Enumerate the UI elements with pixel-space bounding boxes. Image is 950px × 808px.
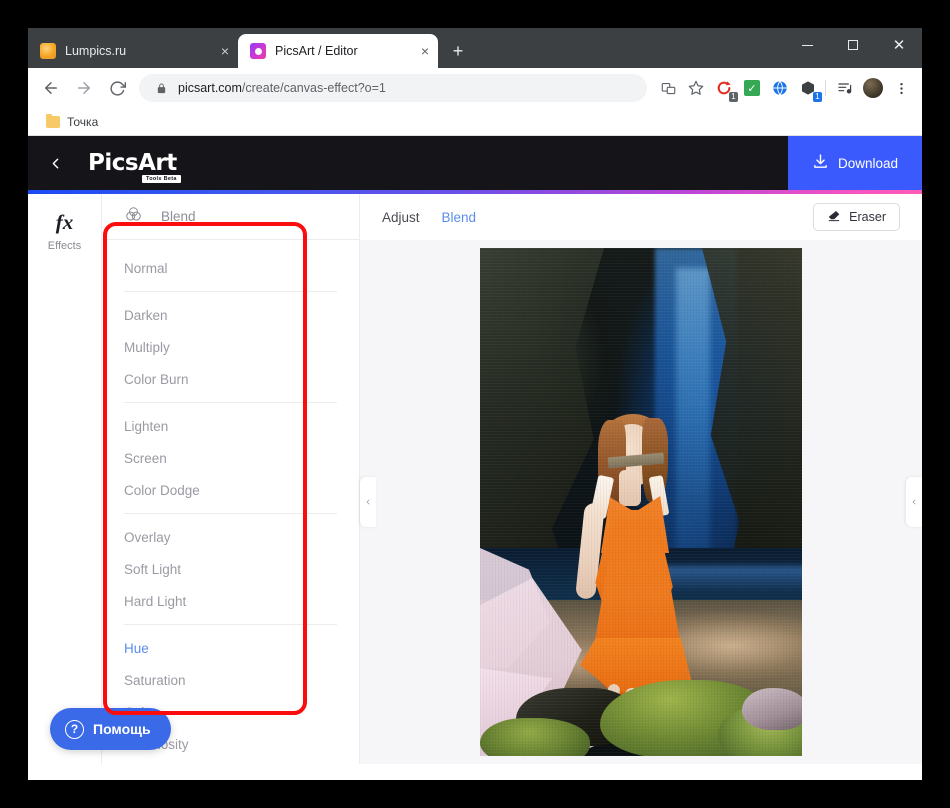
url-host: picsart.com xyxy=(178,81,242,95)
photo-waterfall-highlight xyxy=(676,268,710,568)
blend-mode-normal[interactable]: Normal xyxy=(124,252,359,284)
app-body: fx Effects Blend Normal Darken Multiply xyxy=(28,194,922,764)
url-path: /create/canvas-effect?o=1 xyxy=(242,81,386,95)
list-divider xyxy=(124,291,337,292)
edited-photo[interactable] xyxy=(480,248,802,756)
help-button[interactable]: ? Помощь xyxy=(50,708,171,750)
address-bar[interactable]: picsart.com/create/canvas-effect?o=1 xyxy=(139,74,647,102)
chevron-left-icon[interactable] xyxy=(28,136,82,190)
toolbar-divider xyxy=(825,80,826,96)
tab-close-button[interactable]: × xyxy=(214,40,236,62)
folder-icon xyxy=(46,116,60,128)
eraser-label: Eraser xyxy=(849,210,886,224)
reading-list-icon[interactable] xyxy=(832,75,858,101)
browser-tab-picsart[interactable]: PicsArt / Editor × xyxy=(238,34,438,68)
canvas-stage[interactable] xyxy=(360,240,922,764)
help-label: Помощь xyxy=(93,721,151,737)
browser-window: Lumpics.ru × PicsArt / Editor × + ✕ xyxy=(28,28,922,780)
screenshot-frame: Lumpics.ru × PicsArt / Editor × + ✕ xyxy=(0,0,950,808)
download-label: Download xyxy=(838,156,898,171)
download-button[interactable]: Download xyxy=(788,136,922,190)
blend-mode-overlay[interactable]: Overlay xyxy=(124,521,359,553)
canvas-toolbar: Adjust Blend Eraser xyxy=(360,194,922,240)
lock-icon xyxy=(153,80,169,96)
extension-box-icon[interactable]: 1 xyxy=(795,75,821,101)
bookmark-star-icon[interactable] xyxy=(683,75,709,101)
extension-globe-icon[interactable] xyxy=(767,75,793,101)
chrome-menu-icon[interactable] xyxy=(888,75,914,101)
logo-badge: Tools Beta xyxy=(142,175,181,183)
blend-mode-multiply[interactable]: Multiply xyxy=(124,331,359,363)
window-controls: ✕ xyxy=(784,28,922,68)
back-icon[interactable] xyxy=(36,73,66,103)
blend-mode-darken[interactable]: Darken xyxy=(124,299,359,331)
left-rail: fx Effects xyxy=(28,194,102,764)
extension-badge-count: 1 xyxy=(729,92,738,102)
fx-icon: fx xyxy=(56,212,74,233)
download-icon xyxy=(812,153,829,173)
blend-venn-icon xyxy=(124,205,143,229)
new-tab-button[interactable]: + xyxy=(444,37,472,65)
forward-icon[interactable] xyxy=(69,73,99,103)
blend-mode-screen[interactable]: Screen xyxy=(124,442,359,474)
bookmark-item[interactable]: Точка xyxy=(40,113,104,131)
collapse-right-panel-button[interactable] xyxy=(906,477,922,527)
picsart-favicon xyxy=(250,43,266,59)
tab-blend[interactable]: Blend xyxy=(442,210,477,225)
close-window-button[interactable]: ✕ xyxy=(876,28,922,62)
blend-mode-hard-light[interactable]: Hard Light xyxy=(124,585,359,617)
extension-red-icon[interactable]: 1 xyxy=(711,75,737,101)
app-header: PicsArt Tools Beta Download xyxy=(28,136,922,190)
tab-strip: Lumpics.ru × PicsArt / Editor × + ✕ xyxy=(28,28,922,68)
tab-title: Lumpics.ru xyxy=(65,44,214,58)
extension-badge-count: 1 xyxy=(813,92,822,102)
reload-icon[interactable] xyxy=(102,73,132,103)
tab-title: PicsArt / Editor xyxy=(275,44,414,58)
profile-avatar[interactable] xyxy=(860,75,886,101)
list-divider xyxy=(124,624,337,625)
blend-panel-header[interactable]: Blend xyxy=(102,194,359,240)
minimize-button[interactable] xyxy=(784,28,830,62)
extension-green-check-icon[interactable]: ✓ xyxy=(739,75,765,101)
tab-close-button[interactable]: × xyxy=(414,40,436,62)
blend-mode-list: Normal Darken Multiply Color Burn Lighte… xyxy=(102,240,359,764)
list-divider xyxy=(124,402,337,403)
collapse-left-panel-button[interactable] xyxy=(360,477,376,527)
browser-tab-lumpics[interactable]: Lumpics.ru × xyxy=(28,34,238,68)
blend-mode-saturation[interactable]: Saturation xyxy=(124,664,359,696)
blend-panel: Blend Normal Darken Multiply Color Burn … xyxy=(102,194,360,764)
blend-mode-color-dodge[interactable]: Color Dodge xyxy=(124,474,359,506)
list-divider xyxy=(124,513,337,514)
maximize-button[interactable] xyxy=(830,28,876,62)
photo-gray-rock xyxy=(742,688,802,730)
canvas-area: Adjust Blend Eraser xyxy=(360,194,922,764)
logo-text: PicsArt xyxy=(88,150,177,176)
blend-mode-hue[interactable]: Hue xyxy=(124,632,359,664)
blend-panel-title: Blend xyxy=(161,209,196,224)
sidebar-item-effects[interactable]: fx Effects xyxy=(28,206,101,258)
photo-mossy-rock-3 xyxy=(480,718,590,756)
bookmarks-bar: Точка xyxy=(28,108,922,136)
sidebar-item-label: Effects xyxy=(48,240,81,252)
blend-mode-color-burn[interactable]: Color Burn xyxy=(124,363,359,395)
address-bar-url: picsart.com/create/canvas-effect?o=1 xyxy=(178,81,637,95)
question-circle-icon: ? xyxy=(65,720,84,739)
bookmark-label: Точка xyxy=(67,115,98,129)
browser-toolbar: picsart.com/create/canvas-effect?o=1 1 ✓… xyxy=(28,68,922,108)
blend-mode-lighten[interactable]: Lighten xyxy=(124,410,359,442)
picsart-logo[interactable]: PicsArt Tools Beta xyxy=(82,150,177,176)
tab-adjust[interactable]: Adjust xyxy=(382,210,420,225)
blend-mode-soft-light[interactable]: Soft Light xyxy=(124,553,359,585)
photo-neck xyxy=(619,470,641,506)
eraser-icon xyxy=(827,209,841,226)
eraser-button[interactable]: Eraser xyxy=(813,203,900,231)
lumpics-favicon xyxy=(40,43,56,59)
translate-icon[interactable] xyxy=(655,75,681,101)
